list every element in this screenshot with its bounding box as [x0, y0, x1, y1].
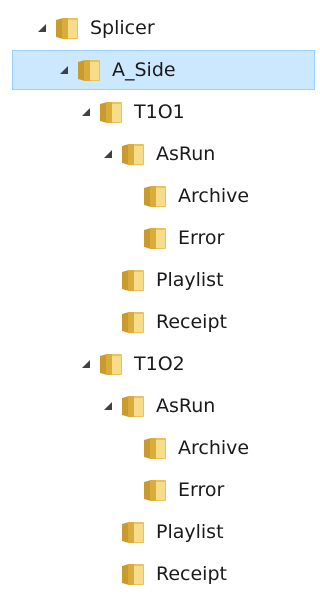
tree-item[interactable]: A_Side	[0, 49, 315, 91]
tree-item-label: Playlist	[156, 521, 224, 543]
tree-item-label: Receipt	[156, 311, 227, 333]
folder-icon	[122, 144, 144, 165]
tree-item-label: Playlist	[156, 269, 224, 291]
expanded-arrow-icon[interactable]	[102, 148, 114, 160]
folder-tree: Splicer A_Side T1O1 AsRun Archive Error Playli…	[0, 0, 315, 594]
folder-icon	[122, 522, 144, 543]
folder-icon	[100, 102, 122, 123]
folder-icon	[122, 564, 144, 585]
tree-item[interactable]: Receipt	[0, 553, 315, 595]
folder-icon	[144, 438, 166, 459]
tree-item[interactable]: AsRun	[0, 133, 315, 175]
tree-item[interactable]: T1O2	[0, 343, 315, 385]
tree-item[interactable]: Receipt	[0, 301, 315, 343]
folder-icon	[144, 480, 166, 501]
expanded-arrow-icon[interactable]	[58, 64, 70, 76]
tree-item[interactable]: Error	[0, 217, 315, 259]
tree-item[interactable]: Playlist	[0, 511, 315, 553]
folder-icon	[144, 186, 166, 207]
tree-item-label: AsRun	[156, 395, 216, 417]
expanded-arrow-icon[interactable]	[36, 22, 48, 34]
folder-icon	[56, 18, 78, 39]
folder-icon	[122, 312, 144, 333]
tree-item-label: Archive	[178, 185, 250, 207]
tree-item[interactable]: AsRun	[0, 385, 315, 427]
folder-icon	[144, 228, 166, 249]
tree-item-label: A_Side	[112, 59, 176, 81]
tree-item-label: Archive	[178, 437, 250, 459]
tree-item-label: T1O2	[134, 353, 185, 375]
tree-item[interactable]: Error	[0, 469, 315, 511]
tree-item-label: Splicer	[90, 17, 155, 39]
tree-item-label: AsRun	[156, 143, 216, 165]
folder-icon	[78, 60, 100, 81]
tree-item[interactable]: Archive	[0, 427, 315, 469]
expanded-arrow-icon[interactable]	[102, 400, 114, 412]
tree-item-label: Error	[178, 479, 225, 501]
expanded-arrow-icon[interactable]	[80, 106, 92, 118]
folder-icon	[122, 396, 144, 417]
tree-item[interactable]: Archive	[0, 175, 315, 217]
tree-item[interactable]: Playlist	[0, 259, 315, 301]
tree-item-label: Error	[178, 227, 225, 249]
tree-item[interactable]: Splicer	[0, 7, 315, 49]
tree-item[interactable]: T1O1	[0, 91, 315, 133]
tree-item-label: Receipt	[156, 563, 227, 585]
tree-item-label: T1O1	[134, 101, 185, 123]
folder-icon	[122, 270, 144, 291]
folder-icon	[100, 354, 122, 375]
expanded-arrow-icon[interactable]	[80, 358, 92, 370]
